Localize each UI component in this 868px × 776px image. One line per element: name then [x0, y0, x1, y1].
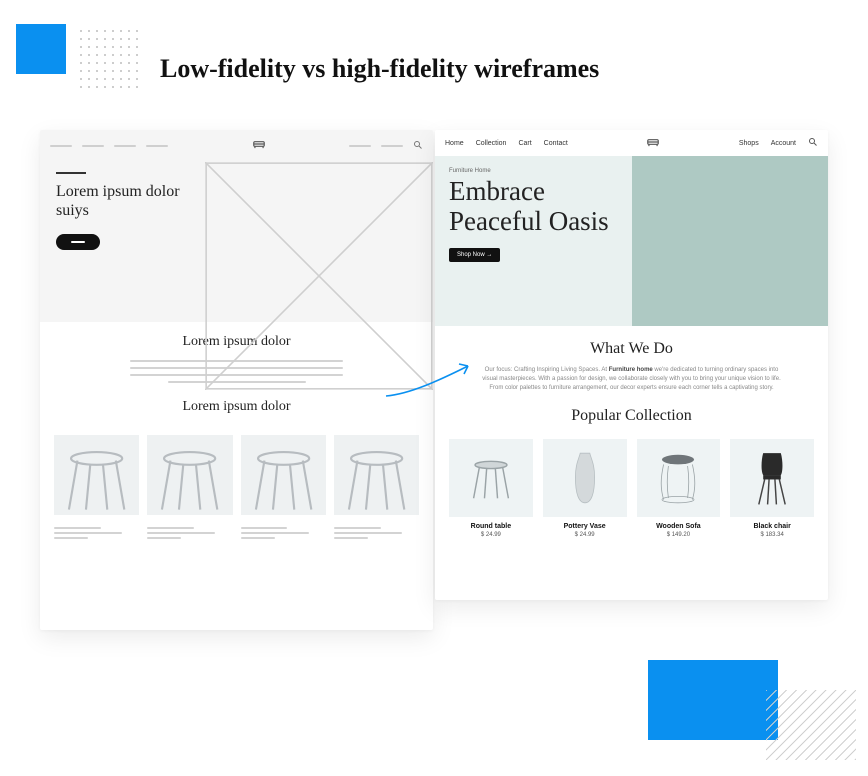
hifi-nav: Home Collection Cart Contact Shops Accou… — [435, 130, 828, 156]
product-label: Pottery Vase $ 24.99 — [543, 523, 627, 538]
nav-link-cart[interactable]: Cart — [518, 140, 531, 147]
product-grid — [435, 429, 828, 523]
decoration-top — [16, 24, 140, 90]
lofi-nav — [40, 130, 433, 162]
lofi-product-card — [54, 435, 139, 515]
lofi-wireframe-panel: Lorem ipsum dolor suiys Lorem ipsum dolo… — [40, 130, 433, 630]
product-label: Wooden Sofa $ 149.20 — [637, 523, 721, 538]
diagonal-hatch-icon — [766, 690, 856, 760]
product-card[interactable] — [730, 439, 814, 517]
section-heading: What We Do — [457, 340, 806, 358]
lofi-product-card — [147, 435, 232, 515]
product-card[interactable] — [449, 439, 533, 517]
product-label: Black chair $ 183.34 — [730, 523, 814, 538]
hifi-hero: Furniture Home Embrace Peaceful Oasis Sh… — [435, 156, 828, 326]
nav-placeholder — [50, 145, 72, 147]
lofi-section-2: Lorem ipsum dolor — [40, 393, 433, 435]
lofi-product-card — [241, 435, 326, 515]
hero-image-placeholder — [632, 156, 829, 326]
lofi-product-card — [334, 435, 419, 515]
nav-placeholder — [381, 145, 403, 147]
blue-rectangle-icon — [648, 660, 778, 740]
accent-line — [56, 172, 86, 174]
page-title: Low-fidelity vs high-fidelity wireframes — [160, 54, 599, 84]
sofa-icon — [252, 137, 266, 155]
nav-link-collection[interactable]: Collection — [476, 140, 507, 147]
nav-placeholder — [146, 145, 168, 147]
lofi-hero: Lorem ipsum dolor suiys — [40, 162, 433, 322]
lofi-label-placeholder — [147, 527, 232, 539]
image-placeholder — [205, 162, 433, 322]
lofi-hero-heading: Lorem ipsum dolor suiys — [56, 182, 193, 220]
hifi-wireframe-panel: Home Collection Cart Contact Shops Accou… — [435, 130, 828, 600]
product-card[interactable] — [543, 439, 627, 517]
nav-link-account[interactable]: Account — [771, 140, 796, 147]
nav-link-shops[interactable]: Shops — [739, 140, 759, 147]
lofi-cta-placeholder — [56, 234, 100, 250]
lofi-label-placeholder — [241, 527, 326, 539]
lofi-label-placeholder — [334, 527, 419, 539]
nav-placeholder — [82, 145, 104, 147]
lofi-label-placeholder — [54, 527, 139, 539]
popular-collection-section: Popular Collection — [435, 397, 828, 429]
lofi-section2-heading: Lorem ipsum dolor — [64, 399, 409, 415]
shop-now-button[interactable]: Shop Now → — [449, 248, 500, 262]
section-body: Our focus: Crafting Inspiring Living Spa… — [481, 366, 781, 393]
hero-heading: Embrace Peaceful Oasis — [449, 176, 618, 236]
lofi-label-row — [40, 527, 433, 539]
hero-kicker: Furniture Home — [449, 168, 618, 174]
product-label-row: Round table $ 24.99 Pottery Vase $ 24.99… — [435, 523, 828, 550]
what-we-do-section: What We Do Our focus: Crafting Inspiring… — [435, 326, 828, 397]
lofi-product-grid — [40, 435, 433, 527]
product-label: Round table $ 24.99 — [449, 523, 533, 538]
product-card[interactable] — [637, 439, 721, 517]
nav-placeholder — [114, 145, 136, 147]
section-heading: Popular Collection — [457, 407, 806, 425]
sofa-icon — [580, 136, 727, 150]
search-icon[interactable] — [808, 137, 818, 149]
blue-square-icon — [16, 24, 66, 74]
nav-link-home[interactable]: Home — [445, 140, 464, 147]
search-icon — [413, 137, 423, 155]
nav-link-contact[interactable]: Contact — [544, 140, 568, 147]
dot-grid-icon — [74, 24, 140, 90]
nav-placeholder — [349, 145, 371, 147]
